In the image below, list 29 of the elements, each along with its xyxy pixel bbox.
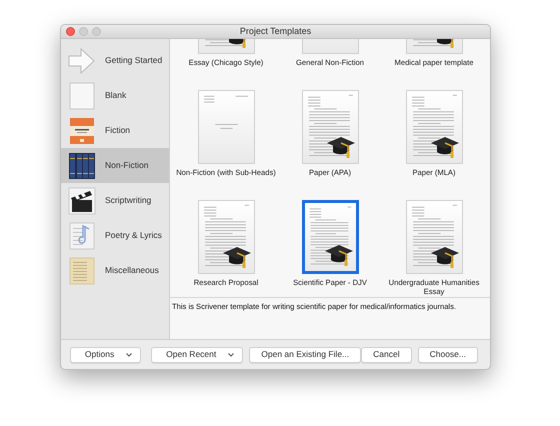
popup-button[interactable]: Options [70, 346, 142, 362]
close-button[interactable] [66, 27, 75, 36]
sidebar-item[interactable]: Fiction [61, 113, 169, 148]
books-icon [68, 152, 96, 180]
blank-page-icon [68, 82, 96, 110]
mortarboard-icon [222, 245, 252, 269]
sheet-music-icon [68, 222, 96, 250]
sidebar-item[interactable]: Non-Fiction [61, 148, 169, 183]
chevron-down-icon [126, 352, 132, 356]
sidebar-item[interactable]: Scriptwriting [61, 183, 169, 218]
clapperboard-icon [68, 186, 96, 214]
mortarboard-icon [430, 245, 460, 269]
sidebar-item[interactable]: Getting Started [61, 43, 169, 78]
parchment-icon [68, 256, 96, 284]
popup-button[interactable]: Open Recent [151, 346, 244, 362]
sidebar-item[interactable]: Blank [61, 78, 169, 113]
mortarboard-icon [324, 243, 354, 267]
mortarboard-icon [326, 135, 356, 159]
push-button[interactable]: Choose... [418, 346, 478, 362]
push-button[interactable]: Open an Existing File... [249, 346, 362, 362]
mortarboard-icon [430, 135, 460, 159]
book-cover-icon [68, 116, 96, 144]
template-thumbnail[interactable] [302, 200, 358, 274]
sidebar-item[interactable]: Miscellaneous [61, 253, 169, 288]
window-title: Project Templates [240, 25, 312, 38]
push-button[interactable]: Cancel [361, 346, 412, 362]
chevron-down-icon [228, 352, 234, 356]
sidebar-item[interactable]: Poetry & Lyrics [61, 218, 169, 253]
arrow-icon [68, 46, 96, 74]
